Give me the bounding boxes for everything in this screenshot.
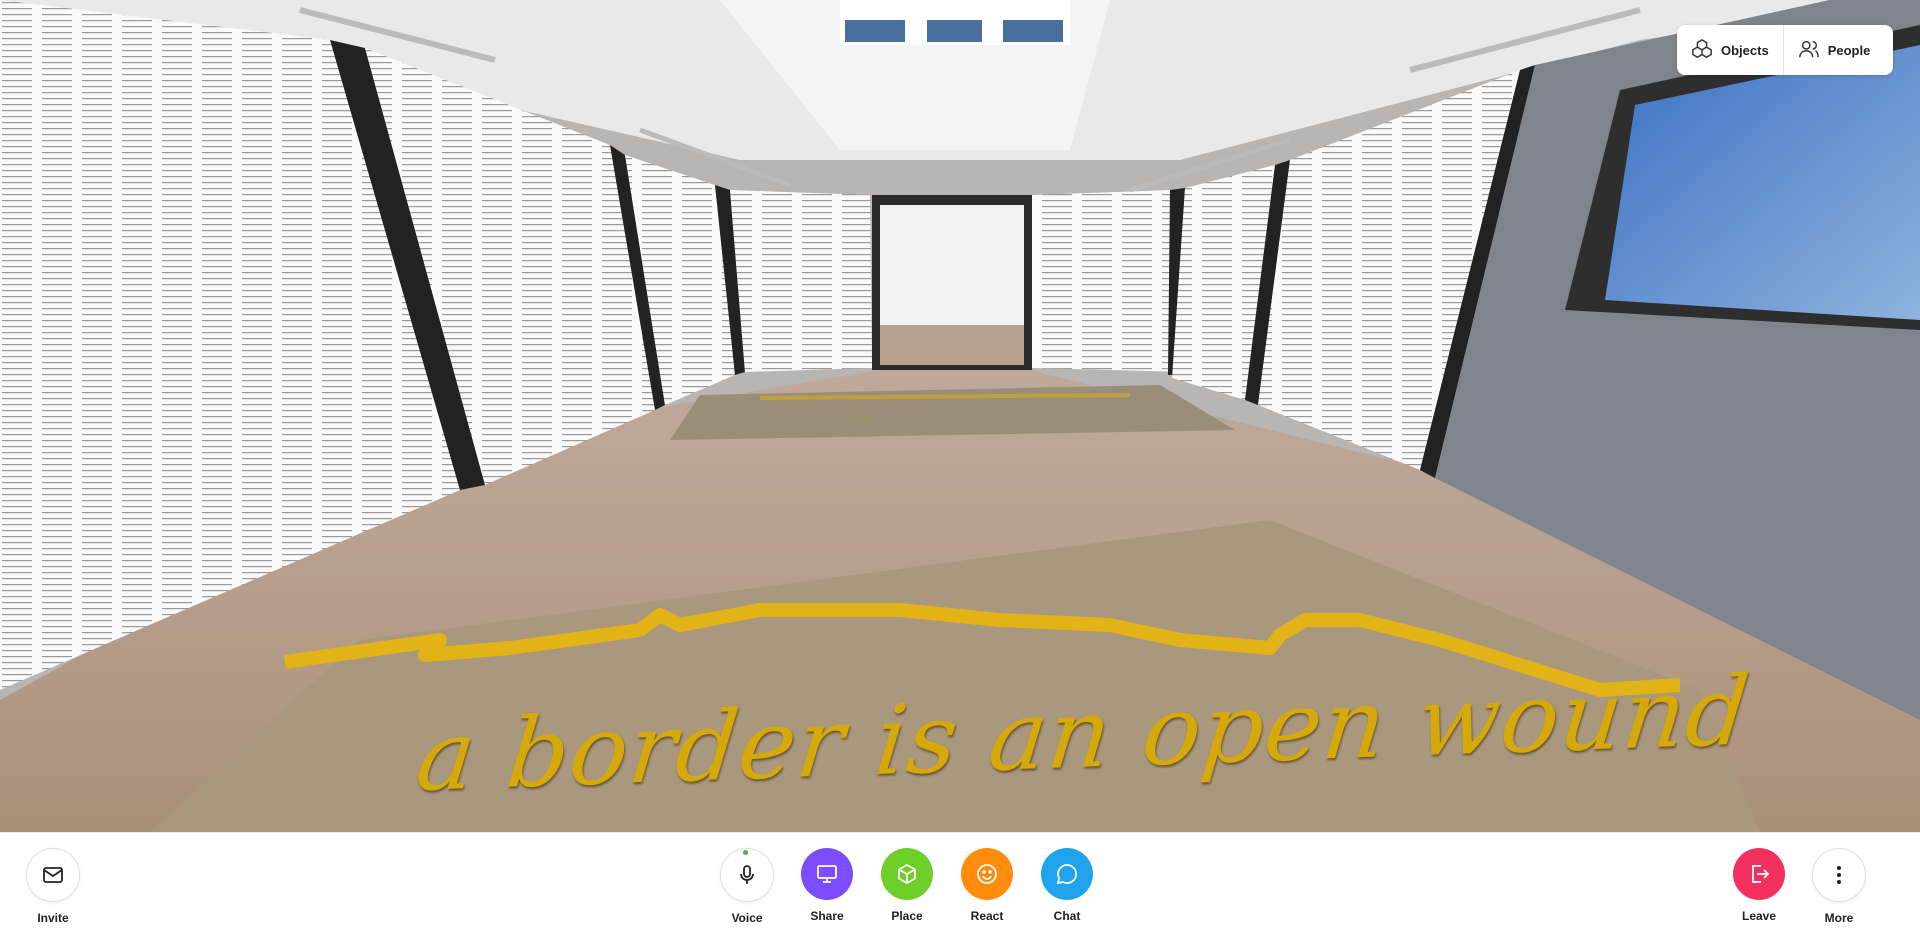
mail-icon — [26, 848, 80, 902]
place-button[interactable]: Place — [872, 848, 942, 923]
chat-label: Chat — [1053, 909, 1081, 923]
people-icon — [1798, 38, 1820, 63]
bottom-toolbar: Invite Voice Share Place React Chat Leav… — [0, 832, 1920, 942]
monitor-icon — [801, 848, 853, 900]
place-label: Place — [891, 909, 923, 923]
people-button[interactable]: People — [1782, 25, 1885, 75]
smile-icon — [961, 848, 1013, 900]
react-button[interactable]: React — [952, 848, 1022, 923]
top-right-panel: Objects People — [1677, 25, 1893, 75]
people-label: People — [1827, 42, 1871, 58]
invite-button[interactable]: Invite — [18, 848, 88, 925]
voice-button[interactable]: Voice — [712, 848, 782, 925]
far-floor-text: … — [849, 397, 871, 423]
leave-label: Leave — [1741, 909, 1777, 923]
share-button[interactable]: Share — [792, 848, 862, 923]
mic-icon — [720, 848, 774, 902]
objects-icon — [1691, 38, 1713, 63]
exit-icon — [1733, 848, 1785, 900]
invite-label: Invite — [37, 911, 69, 925]
chat-bubble-icon — [1041, 848, 1093, 900]
voice-label: Voice — [731, 911, 763, 925]
more-button[interactable]: More — [1804, 848, 1874, 925]
more-vertical-icon — [1812, 848, 1866, 902]
more-label: More — [1824, 911, 1854, 925]
leave-button[interactable]: Leave — [1724, 848, 1794, 923]
objects-label: Objects — [1721, 42, 1769, 58]
mic-active-indicator — [743, 850, 748, 855]
objects-button[interactable]: Objects — [1677, 25, 1783, 75]
gallery-viewport[interactable]: … a border is an open wound — [0, 0, 1920, 832]
chat-button[interactable]: Chat — [1032, 848, 1102, 923]
share-label: Share — [810, 909, 844, 923]
cube-icon — [881, 848, 933, 900]
react-label: React — [970, 909, 1004, 923]
